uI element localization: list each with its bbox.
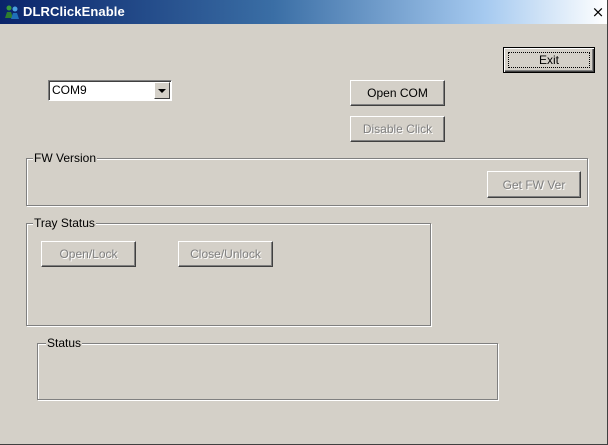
get-fw-ver-button-label: Get FW Ver <box>502 177 566 192</box>
com-port-value: COM9 <box>52 83 87 97</box>
get-fw-ver-button[interactable]: Get FW Ver <box>487 171 581 198</box>
open-lock-button[interactable]: Open/Lock <box>41 241 136 267</box>
tray-status-group: Tray Status Open/Lock Close/Unlock <box>26 216 431 326</box>
open-com-button-label: Open COM <box>367 86 428 100</box>
disable-click-button[interactable]: Disable Click <box>350 116 445 142</box>
open-com-button[interactable]: Open COM <box>350 80 445 106</box>
status-label: Status <box>46 336 83 350</box>
close-unlock-button-label: Close/Unlock <box>190 247 261 261</box>
exit-button[interactable]: Exit <box>503 47 595 73</box>
app-people-icon <box>4 4 20 20</box>
title-bar[interactable]: DLRClickEnable × <box>0 0 607 24</box>
com-port-select[interactable]: COM9 <box>48 80 172 101</box>
open-lock-button-label: Open/Lock <box>59 247 118 261</box>
status-group: Status <box>37 336 498 400</box>
chevron-down-icon[interactable] <box>154 82 170 99</box>
fw-version-group: FW Version Get FW Ver <box>26 151 588 206</box>
close-unlock-button[interactable]: Close/Unlock <box>178 241 273 267</box>
tray-status-label: Tray Status <box>33 216 96 230</box>
focus-rect <box>508 52 590 68</box>
window-title: DLRClickEnable <box>23 4 125 19</box>
app-window: DLRClickEnable × Exit COM9 Open COM Disa… <box>0 0 608 445</box>
close-icon[interactable]: × <box>590 4 606 20</box>
fw-version-label: FW Version <box>33 151 98 165</box>
disable-click-button-label: Disable Click <box>362 122 433 136</box>
